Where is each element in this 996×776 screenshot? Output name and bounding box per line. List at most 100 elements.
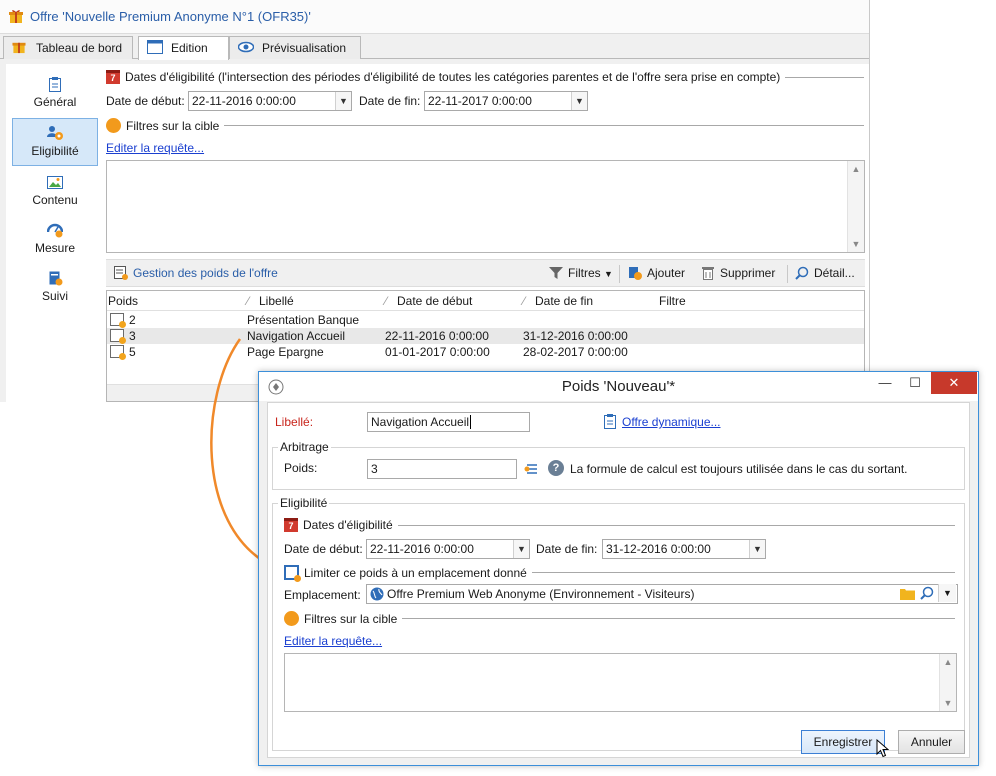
sidebar-item-tracking[interactable]: Suivi bbox=[12, 264, 98, 312]
cancel-button-label: Annuler bbox=[910, 735, 953, 749]
scroll-down-icon[interactable]: ▼ bbox=[940, 695, 956, 711]
minimize-icon[interactable]: — bbox=[870, 372, 900, 394]
filters-button[interactable]: Filtres ▼ bbox=[549, 266, 613, 280]
trash-icon bbox=[701, 266, 715, 280]
eligibility-dates-header: 7 Dates d'éligibilité (l'intersection de… bbox=[106, 70, 864, 84]
gauge-icon bbox=[46, 222, 64, 238]
cell-end: 31-12-2016 0:00:00 bbox=[523, 329, 628, 343]
cancel-button[interactable]: Annuler bbox=[898, 730, 965, 754]
tab-bar: Tableau de bord Edition Prévisualisation bbox=[0, 34, 869, 60]
formula-editor-icon[interactable] bbox=[524, 462, 538, 479]
chevron-down-icon[interactable]: ▼ bbox=[513, 540, 529, 558]
scroll-down-icon[interactable]: ▼ bbox=[848, 236, 864, 252]
add-button[interactable]: Ajouter bbox=[628, 266, 685, 280]
location-label: Emplacement: bbox=[284, 588, 361, 602]
location-limit-checkbox[interactable] bbox=[284, 565, 301, 582]
tab-label: Tableau de bord bbox=[36, 41, 123, 55]
dialog-title-bar: Poids 'Nouveau'* — ☐ ✕ bbox=[259, 372, 978, 401]
filter-icon bbox=[106, 118, 121, 133]
column-header-filter[interactable]: Filtre bbox=[659, 294, 686, 308]
column-header-end[interactable]: Date de fin bbox=[535, 294, 593, 308]
weight-row-icon bbox=[110, 329, 126, 344]
cell-libelle: Présentation Banque bbox=[247, 313, 360, 327]
cell-start: 22-11-2016 0:00:00 bbox=[385, 329, 489, 343]
sidebar-item-label: Général bbox=[33, 95, 77, 109]
delete-label: Supprimer bbox=[720, 266, 776, 280]
tab-edition[interactable]: Edition bbox=[138, 36, 229, 60]
table-row[interactable]: 2 Présentation Banque bbox=[107, 312, 864, 328]
start-date-field[interactable]: 22-11-2016 0:00:00 ▼ bbox=[188, 91, 352, 111]
cell-poids: 5 bbox=[129, 345, 136, 359]
section-title: Filtres sur la cible bbox=[126, 118, 220, 133]
search-icon[interactable] bbox=[920, 586, 934, 603]
main-window: Offre 'Nouvelle Premium Anonyme N°1 (OFR… bbox=[0, 0, 870, 402]
query-text-area[interactable]: ▲ ▼ bbox=[106, 160, 865, 253]
dialog-body: Libellé: Navigation Accueil Offre dynami… bbox=[267, 402, 970, 758]
end-date-field[interactable]: 31-12-2016 0:00:00 ▼ bbox=[602, 539, 766, 559]
chevron-down-icon[interactable]: ▼ bbox=[571, 92, 587, 110]
label-input[interactable]: Navigation Accueil bbox=[367, 412, 530, 432]
mouse-cursor-icon bbox=[876, 738, 890, 761]
scroll-up-icon[interactable]: ▲ bbox=[848, 161, 864, 177]
tab-dashboard[interactable]: Tableau de bord bbox=[3, 36, 134, 59]
tab-label: Prévisualisation bbox=[262, 41, 347, 55]
clipboard-icon bbox=[47, 76, 63, 92]
image-icon bbox=[47, 174, 63, 190]
save-button[interactable]: Enregistrer bbox=[801, 730, 885, 754]
sidebar: Général Eligibilité Contenu Mesure Suivi bbox=[6, 64, 100, 402]
sidebar-item-measure[interactable]: Mesure bbox=[12, 216, 98, 264]
section-title: Limiter ce poids à un emplacement donné bbox=[304, 565, 527, 580]
weights-title-text: Gestion des poids de l'offre bbox=[133, 266, 278, 280]
eligibility-dates-header: 7 Dates d'éligibilité bbox=[284, 518, 955, 532]
cell-poids: 2 bbox=[129, 313, 136, 327]
sidebar-item-general[interactable]: Général bbox=[12, 70, 98, 118]
add-icon bbox=[628, 266, 642, 280]
sort-icon: ⁄ bbox=[523, 294, 526, 308]
chevron-down-icon[interactable]: ▼ bbox=[749, 540, 765, 558]
tab-preview[interactable]: Prévisualisation bbox=[229, 36, 361, 59]
search-icon bbox=[795, 266, 809, 280]
location-field[interactable]: Offre Premium Web Anonyme (Environnement… bbox=[366, 584, 958, 604]
column-header-poids[interactable]: Poids bbox=[108, 294, 138, 308]
sidebar-item-eligibility[interactable]: Eligibilité bbox=[12, 118, 98, 166]
column-header-start[interactable]: Date de début bbox=[397, 294, 472, 308]
formula-note: La formule de calcul est toujours utilis… bbox=[570, 462, 908, 476]
edit-query-link[interactable]: Editer la requête... bbox=[106, 141, 204, 155]
detail-button[interactable]: Détail... bbox=[795, 266, 855, 280]
weight-row-icon bbox=[110, 345, 126, 360]
dynamic-offer-link[interactable]: Offre dynamique... bbox=[622, 415, 721, 429]
location-limit-header: Limiter ce poids à un emplacement donné bbox=[284, 565, 955, 582]
weight-dialog: Poids 'Nouveau'* — ☐ ✕ Libellé: Navigati… bbox=[258, 371, 979, 766]
eye-icon bbox=[237, 40, 255, 54]
edit-query-link[interactable]: Editer la requête... bbox=[284, 634, 382, 648]
column-header-libelle[interactable]: Libellé bbox=[259, 294, 294, 308]
arbitrage-label: Arbitrage bbox=[278, 440, 331, 454]
scrollbar[interactable]: ▲ ▼ bbox=[847, 161, 864, 252]
maximize-icon[interactable]: ☐ bbox=[900, 372, 930, 394]
scrollbar[interactable]: ▲ ▼ bbox=[939, 654, 956, 711]
toolbar-divider bbox=[619, 265, 620, 283]
grid-header: Poids ⁄ Libellé ⁄ Date de début ⁄ Date d… bbox=[107, 291, 864, 311]
target-filters-header: Filtres sur la cible bbox=[284, 611, 955, 626]
tab-label: Edition bbox=[171, 41, 208, 55]
delete-button[interactable]: Supprimer bbox=[701, 266, 775, 280]
start-date-field[interactable]: 22-11-2016 0:00:00 ▼ bbox=[366, 539, 530, 559]
chevron-down-icon[interactable]: ▼ bbox=[335, 92, 351, 110]
close-icon[interactable]: ✕ bbox=[931, 372, 977, 394]
sidebar-item-label: Eligibilité bbox=[31, 144, 79, 158]
tracking-icon bbox=[47, 270, 63, 286]
detail-label: Détail... bbox=[814, 266, 855, 280]
filters-label: Filtres bbox=[568, 266, 601, 280]
gift-icon bbox=[12, 40, 28, 54]
folder-icon[interactable] bbox=[900, 587, 915, 603]
sidebar-item-content[interactable]: Contenu bbox=[12, 168, 98, 216]
start-date-value: 22-11-2016 0:00:00 bbox=[192, 94, 296, 108]
weight-input[interactable]: 3 bbox=[367, 459, 517, 479]
query-text-area[interactable]: ▲ ▼ bbox=[284, 653, 957, 712]
list-settings-icon bbox=[114, 266, 128, 280]
scroll-up-icon[interactable]: ▲ bbox=[940, 654, 956, 670]
start-date-label: Date de début: bbox=[106, 94, 185, 108]
cell-poids: 3 bbox=[129, 329, 136, 343]
chevron-down-icon[interactable]: ▼ bbox=[938, 584, 956, 602]
end-date-field[interactable]: 22-11-2017 0:00:00 ▼ bbox=[424, 91, 588, 111]
